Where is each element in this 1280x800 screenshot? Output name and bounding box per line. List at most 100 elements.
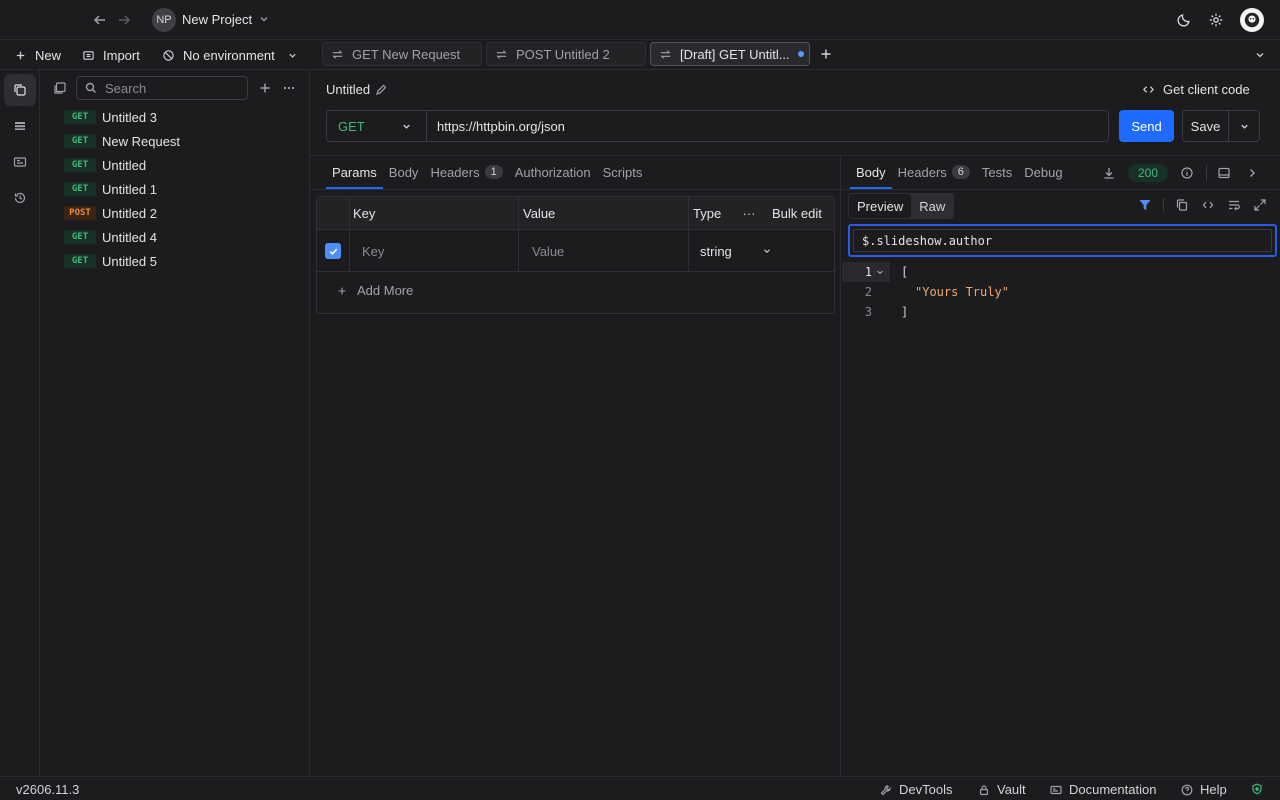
pencil-icon[interactable] xyxy=(375,84,387,96)
request-name: Untitled xyxy=(102,157,147,173)
code-line: 3 ] xyxy=(842,302,1272,322)
code-line: 1 [ xyxy=(842,262,1272,282)
filter-icon[interactable] xyxy=(1138,198,1152,212)
code-text: ] xyxy=(901,305,909,319)
add-tab-icon[interactable] xyxy=(819,47,833,61)
plus-icon xyxy=(338,287,346,294)
forward-arrow-icon[interactable] xyxy=(116,12,132,28)
get-client-code-button[interactable]: Get client code xyxy=(1142,82,1250,97)
tab-authorization[interactable]: Authorization xyxy=(509,155,597,189)
list-item[interactable]: GET New Request xyxy=(64,130,304,152)
tab-debug[interactable]: Debug xyxy=(1018,155,1068,189)
method-select[interactable]: GET xyxy=(327,111,427,141)
preview-toggle[interactable]: Preview xyxy=(849,194,912,218)
request-title[interactable]: Untitled xyxy=(326,82,370,97)
tab-headers[interactable]: Headers 1 xyxy=(424,155,508,189)
vault-label: Vault xyxy=(997,782,1026,797)
table-header-type: Type xyxy=(689,197,734,230)
layout-icon[interactable] xyxy=(1217,166,1231,180)
row-select xyxy=(317,231,349,272)
request-tab[interactable]: POST Untitled 2 xyxy=(486,42,646,66)
tab-label: Params xyxy=(332,164,377,180)
column-divider xyxy=(688,197,689,272)
back-arrow-icon[interactable] xyxy=(92,12,108,28)
add-more-button[interactable]: Add More xyxy=(337,283,413,298)
collections-icon[interactable] xyxy=(4,74,36,106)
title-bar: NP New Project xyxy=(0,0,1280,40)
list-item[interactable]: GET Untitled 5 xyxy=(64,250,304,272)
client-code-label: Get client code xyxy=(1163,82,1250,97)
add-more-label: Add More xyxy=(357,283,414,298)
type-select[interactable]: string xyxy=(689,231,834,272)
docs-icon[interactable] xyxy=(4,146,36,178)
search-input[interactable] xyxy=(105,80,235,96)
url-bar: GET xyxy=(326,110,1109,142)
code-icon[interactable] xyxy=(1201,198,1215,212)
wrap-icon[interactable] xyxy=(1227,198,1241,212)
import-button[interactable]: Import xyxy=(82,46,140,64)
tab-response-headers[interactable]: Headers 6 xyxy=(892,155,976,189)
save-button[interactable]: Save xyxy=(1183,111,1229,141)
documentation-button[interactable]: Documentation xyxy=(1050,782,1156,797)
plus-icon[interactable] xyxy=(258,81,272,95)
key-input[interactable] xyxy=(362,243,502,259)
gear-icon[interactable] xyxy=(1208,12,1224,28)
tab-tests[interactable]: Tests xyxy=(976,155,1018,189)
row-checkbox[interactable] xyxy=(325,243,341,259)
list-item[interactable]: GET Untitled 3 xyxy=(64,106,304,128)
list-item[interactable]: GET Untitled 4 xyxy=(64,226,304,248)
list-item[interactable]: GET Untitled 1 xyxy=(64,178,304,200)
tab-label: Headers xyxy=(897,164,947,180)
status-badge: 200 xyxy=(1128,164,1168,182)
copy-icon[interactable] xyxy=(1175,198,1189,212)
help-label: Help xyxy=(1200,782,1227,797)
tab-params[interactable]: Params xyxy=(326,155,383,189)
help-button[interactable]: Help xyxy=(1181,782,1227,797)
no-environment-icon xyxy=(163,49,174,61)
pane-splitter[interactable] xyxy=(840,155,841,776)
request-tab-active[interactable]: [Draft] GET Untitl... xyxy=(650,42,810,66)
project-name[interactable]: New Project xyxy=(182,12,252,27)
project-avatar[interactable]: NP xyxy=(152,8,176,32)
send-button[interactable]: Send xyxy=(1119,110,1174,142)
list-item[interactable]: GET Untitled xyxy=(64,154,304,176)
request-tab[interactable]: GET New Request xyxy=(322,42,482,66)
devtools-label: DevTools xyxy=(899,782,953,797)
search-box[interactable] xyxy=(76,76,248,100)
devtools-button[interactable]: DevTools xyxy=(880,782,952,797)
code-text: [ xyxy=(901,265,909,279)
vault-button[interactable]: Vault xyxy=(978,782,1026,797)
environments-icon[interactable] xyxy=(4,110,36,142)
chevron-right-icon[interactable] xyxy=(1245,166,1259,180)
more-icon[interactable] xyxy=(282,81,296,95)
tab-body[interactable]: Body xyxy=(383,155,425,189)
value-input[interactable] xyxy=(532,243,672,259)
sidebar: GET Untitled 3 GET New Request GET Untit… xyxy=(40,70,310,776)
filter-input[interactable] xyxy=(853,229,1272,252)
url-input[interactable] xyxy=(427,111,1108,141)
new-button[interactable]: New xyxy=(14,46,61,64)
environment-select[interactable]: No environment xyxy=(162,46,298,64)
count-badge: 6 xyxy=(951,165,970,179)
activity-rail xyxy=(0,70,40,776)
list-item[interactable]: POST Untitled 2 xyxy=(64,202,304,224)
more-icon[interactable]: ··· xyxy=(734,197,764,230)
method-badge: GET xyxy=(64,254,96,268)
chevron-down-icon[interactable] xyxy=(258,13,270,25)
tab-response-body[interactable]: Body xyxy=(850,155,892,189)
tabs-menu-chevron-icon[interactable] xyxy=(1254,49,1266,61)
tab-scripts[interactable]: Scripts xyxy=(597,155,649,189)
user-avatar[interactable] xyxy=(1240,8,1264,32)
moon-icon[interactable] xyxy=(1176,12,1192,28)
collection-icon[interactable] xyxy=(53,81,67,95)
download-icon[interactable] xyxy=(1102,166,1116,180)
history-icon[interactable] xyxy=(4,182,36,214)
bulk-edit-button[interactable]: Bulk edit xyxy=(764,197,834,230)
raw-toggle[interactable]: Raw xyxy=(911,194,953,218)
shield-icon[interactable] xyxy=(1251,783,1263,795)
info-icon[interactable] xyxy=(1180,166,1194,180)
save-menu-button[interactable] xyxy=(1229,111,1259,141)
tab-label: Headers xyxy=(430,164,480,180)
expand-icon[interactable] xyxy=(1253,198,1267,212)
fold-chevron-icon[interactable] xyxy=(875,267,885,277)
